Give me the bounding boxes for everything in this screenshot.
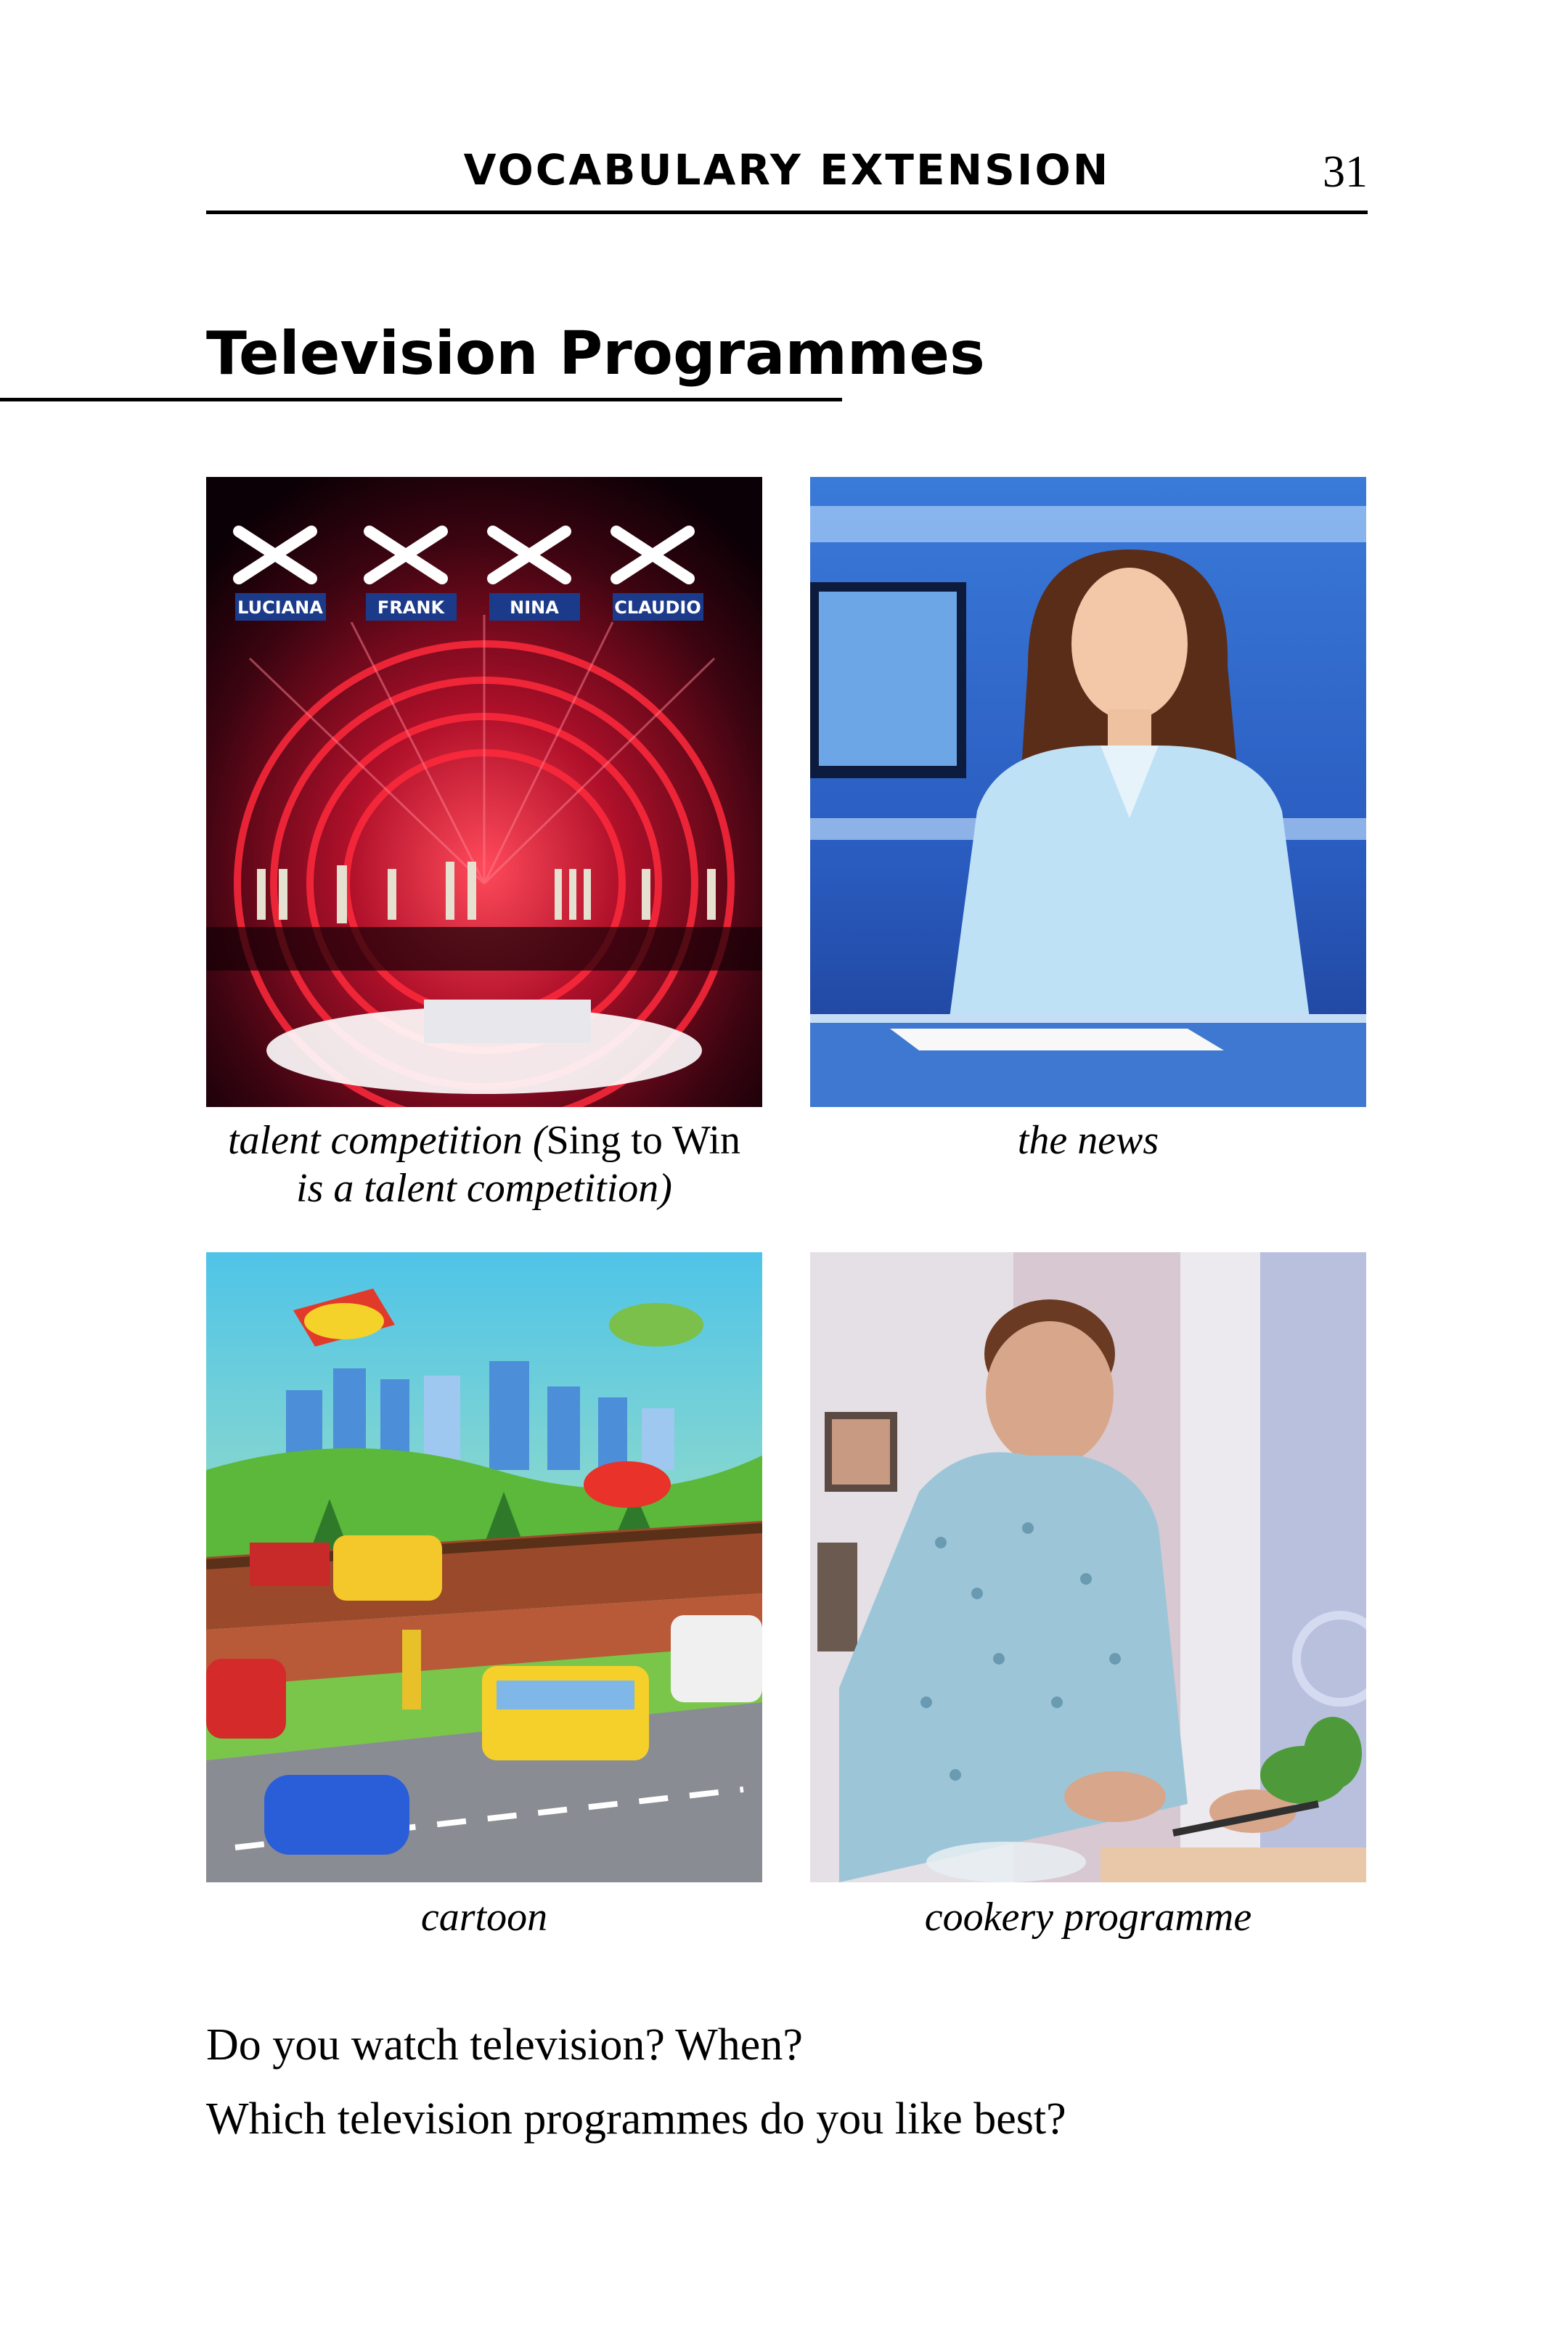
header-rule (206, 211, 1368, 214)
caption-italic-part: talent competition ( (228, 1118, 547, 1163)
news-caption: the news (1017, 1118, 1159, 1163)
page-number: 31 (1323, 147, 1368, 197)
judge-name-label: NINA (510, 597, 559, 618)
cookery-programme-photo (810, 1252, 1366, 1882)
judge-name-label: FRANK (377, 597, 446, 618)
show-name: Sing to Win (546, 1118, 740, 1163)
cartoon-photo (206, 1252, 762, 1882)
talent-competition-photo: LUCIANA FRANK NINA CLAUDIO (206, 477, 762, 1107)
talent-stage-illustration: LUCIANA FRANK NINA CLAUDIO (206, 477, 762, 1107)
header-title: VOCABULARY EXTENSION (463, 145, 1111, 195)
cookery-studio-illustration (810, 1252, 1366, 1882)
question-text: Do you watch television? When? (206, 2020, 803, 2070)
talent-competition-caption: talent competition (Sing to Win is a tal… (206, 1116, 762, 1212)
cartoon-caption: cartoon (420, 1895, 548, 1940)
section-title: Television Programmes (206, 319, 985, 388)
judge-name-label: LUCIANA (237, 597, 323, 618)
running-header: VOCABULARY EXTENSION 31 (206, 138, 1368, 218)
section-title-underline (0, 398, 842, 401)
judge-name-label: CLAUDIO (614, 597, 701, 618)
cartoon-town-illustration (206, 1252, 762, 1882)
question-text: Which television programmes do you like … (206, 2094, 1066, 2144)
news-presenter-photo (810, 477, 1366, 1107)
news-studio-illustration (810, 477, 1366, 1107)
caption-italic-part: is a talent competition) (296, 1166, 672, 1211)
cookery-programme-caption: cookery programme (924, 1895, 1252, 1940)
